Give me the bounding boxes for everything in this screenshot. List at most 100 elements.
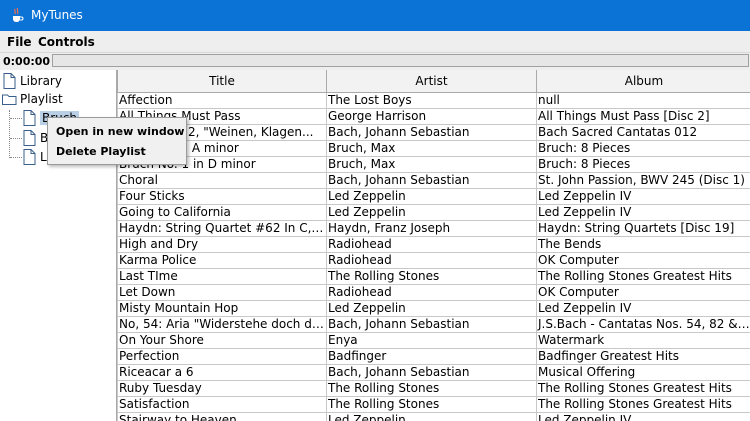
table-header-row: Title Artist Album (117, 70, 750, 93)
track-table: Title Artist Album Affection The Lost Boy… (117, 70, 750, 421)
table-row[interactable]: Haydn: String Quartet #62 In C, 2. C...H… (117, 220, 750, 237)
table-row[interactable]: Four Sticks Led Zeppelin Led Zeppelin IV (117, 188, 750, 205)
table-row[interactable]: On Your Shore Enya Watermark (117, 332, 750, 349)
cell-album: The Rolling Stones Greatest Hits (536, 268, 750, 285)
table-row[interactable]: Let Down Radiohead OK Computer (117, 284, 750, 301)
cell-album: All Things Must Pass [Disc 2] (536, 108, 750, 125)
table-row[interactable]: Choral Bach, Johann Sebastian St. John Pas… (117, 172, 750, 189)
cell-title: Choral (117, 172, 327, 189)
cell-title: Affection (117, 92, 327, 109)
playback-bar: 0:00:00 (0, 53, 750, 69)
cell-album: Led Zeppelin IV (536, 204, 750, 221)
table-row[interactable]: Cantata #12, "Weinen, Klagen... Bach, Joh… (117, 124, 750, 141)
cell-album: The Rolling Stones Greatest Hits (536, 396, 750, 413)
cell-album: Bruch: 8 Pieces (536, 156, 750, 173)
menu-controls[interactable]: Controls (38, 35, 95, 49)
cell-artist: Led Zeppelin (326, 204, 537, 221)
title-bar: MyTunes (0, 0, 750, 31)
cell-album: St. John Passion, BWV 245 (Disc 1) (536, 172, 750, 189)
cell-artist: Led Zeppelin (326, 188, 537, 205)
cell-album: The Bends (536, 236, 750, 253)
table-row[interactable]: Stairway to Heaven Led Zeppelin Led Zeppel… (117, 412, 750, 421)
cell-artist: Bach, Johann Sebastian (326, 124, 537, 141)
cell-artist: Radiohead (326, 252, 537, 269)
tree-label-item: L (40, 150, 47, 164)
column-header-album[interactable]: Album (536, 70, 750, 93)
menu-item-open-in-new-window[interactable]: Open in new window (56, 125, 184, 138)
document-icon (3, 73, 16, 89)
table-row[interactable]: Going to California Led Zeppelin Led Zeppe… (117, 204, 750, 221)
menu-item-delete-playlist[interactable]: Delete Playlist (56, 145, 146, 158)
cell-artist: Led Zeppelin (326, 300, 537, 317)
menu-file[interactable]: File (7, 35, 32, 49)
cell-artist: Bach, Johann Sebastian (326, 172, 537, 189)
table-row[interactable]: Satisfaction The Rolling Stones The Rollin… (117, 396, 750, 413)
tree-connector (10, 118, 22, 119)
table-row[interactable]: Ruby Tuesday The Rolling Stones The Rollin… (117, 380, 750, 397)
cell-album: Musical Offering (536, 364, 750, 381)
tree-context-menu: Open in new window Delete Playlist (47, 117, 187, 165)
cell-title: Going to California (117, 204, 327, 221)
window-title: MyTunes (31, 8, 83, 22)
cell-title: Riceacar a 6 (117, 364, 327, 381)
cell-artist: Bruch, Max (326, 140, 537, 157)
folder-open-icon (2, 94, 17, 105)
cell-artist: The Rolling Stones (326, 396, 537, 413)
table-row[interactable]: Bruch No. 1 in D minor Bruch, Max Bruch: 8… (117, 156, 750, 173)
table-row[interactable]: Karma Police Radiohead OK Computer (117, 252, 750, 269)
cell-title: Ruby Tuesday (117, 380, 327, 397)
track-table-grid: Title Artist Album Affection The Lost Boy… (117, 70, 750, 421)
table-row[interactable]: High and Dry Radiohead The Bends (117, 236, 750, 253)
cell-album: Led Zeppelin IV (536, 412, 750, 421)
cell-artist: Bach, Johann Sebastian (326, 364, 537, 381)
table-row[interactable]: Concerto in A minorBruch, MaxBruch: 8 Pi… (117, 140, 750, 157)
cell-artist: The Lost Boys (326, 92, 537, 109)
cell-album: Bruch: 8 Pieces (536, 140, 750, 157)
table-row[interactable]: No, 54: Aria "Widerstehe doch der S... Ba… (117, 316, 750, 333)
cell-title: Perfection (117, 348, 327, 365)
cell-album: Led Zeppelin IV (536, 188, 750, 205)
cell-artist: The Rolling Stones (326, 380, 537, 397)
cell-title: Haydn: String Quartet #62 In C, 2. C... (117, 220, 327, 237)
elapsed-time: 0:00:00 (3, 55, 51, 68)
table-row[interactable]: Affection The Lost Boys null (117, 92, 750, 109)
cell-album: The Rolling Stones Greatest Hits (536, 380, 750, 397)
cell-title: Satisfaction (117, 396, 327, 413)
cell-album: Haydn: String Quartets [Disc 19] (536, 220, 750, 237)
tree-label-library: Library (20, 74, 62, 88)
column-header-title[interactable]: Title (117, 70, 327, 93)
cell-title: No, 54: Aria "Widerstehe doch der S... (117, 316, 327, 333)
cell-title: On Your Shore (117, 332, 327, 349)
cell-title: Misty Mountain Hop (117, 300, 327, 317)
cell-artist: George Harrison (326, 108, 537, 125)
cell-artist: Bach, Johann Sebastian (326, 316, 537, 333)
table-row[interactable]: Misty Mountain Hop Led Zeppelin Led Zeppel… (117, 300, 750, 317)
column-header-artist[interactable]: Artist (326, 70, 537, 93)
cell-album: OK Computer (536, 252, 750, 269)
cell-title: Last TIme (117, 268, 327, 285)
cell-artist: Led Zeppelin (326, 412, 537, 421)
tree-connector (10, 157, 22, 158)
table-row[interactable]: Riceacar a 6 Bach, Johann Sebastian Musica… (117, 364, 750, 381)
cell-album: Badfinger Greatest Hits (536, 348, 750, 365)
menu-bar: File Controls (0, 31, 750, 53)
table-row[interactable]: Perfection Badfinger Badfinger Greatest Hi… (117, 348, 750, 365)
cell-artist: Haydn, Franz Joseph (326, 220, 537, 237)
cell-title: Four Sticks (117, 188, 327, 205)
progress-bar[interactable] (52, 54, 749, 67)
java-coffee-icon (13, 7, 24, 22)
cell-title: High and Dry (117, 236, 327, 253)
document-icon (23, 149, 36, 165)
cell-album: Watermark (536, 332, 750, 349)
cell-artist: Radiohead (326, 284, 537, 301)
cell-artist: Badfinger (326, 348, 537, 365)
tree-label-playlist: Playlist (20, 92, 63, 106)
cell-artist: Radiohead (326, 236, 537, 253)
cell-title: Stairway to Heaven (117, 412, 327, 421)
cell-album: OK Computer (536, 284, 750, 301)
cell-album: Led Zeppelin IV (536, 300, 750, 317)
document-icon (23, 130, 36, 146)
cell-artist: The Rolling Stones (326, 268, 537, 285)
table-row[interactable]: All Things Must Pass George Harrison All T… (117, 108, 750, 125)
table-row[interactable]: Last TIme The Rolling Stones The Rolling S… (117, 268, 750, 285)
